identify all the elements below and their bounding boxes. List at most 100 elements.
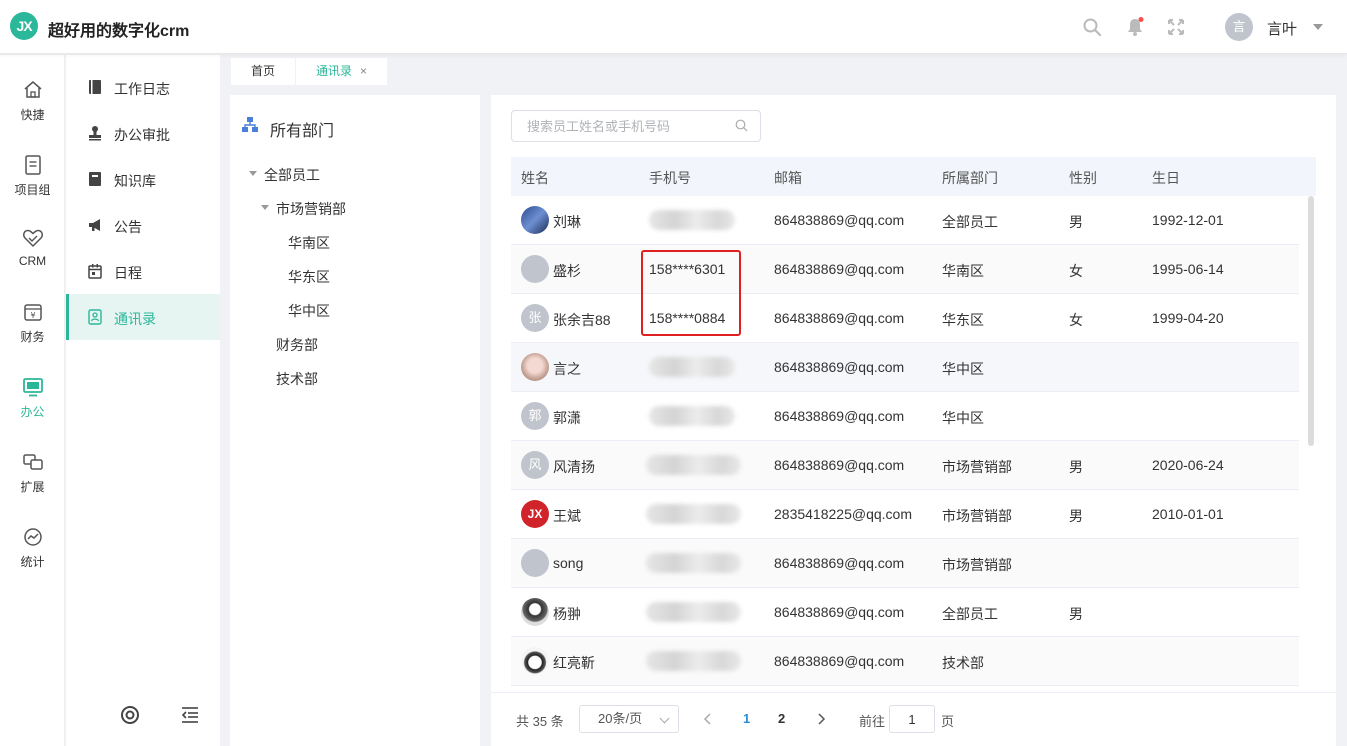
cell-email: 864838869@qq.com	[774, 653, 905, 669]
sidebar-item-schedule[interactable]: 日程	[66, 248, 220, 294]
cell-name: 郭潇	[553, 410, 581, 426]
department-panel: 所有部门 全部员工 市场营销部 华南区 华东区 华中区 财务部 技术部	[230, 95, 480, 746]
primary-nav: 快捷 项目组 CRM ¥ 财务 办公 扩展 统计	[0, 55, 65, 746]
collapse-menu-icon[interactable]	[180, 705, 200, 725]
goto-page-input[interactable]	[889, 705, 935, 733]
tree-node[interactable]: 技术部	[276, 369, 318, 389]
notebook-icon	[89, 172, 101, 186]
table-row[interactable]: 红亮靳 864838869@qq.com 技术部	[511, 637, 1299, 686]
tree-node[interactable]: 华南区	[288, 233, 330, 253]
caret-down-icon[interactable]	[249, 171, 257, 176]
nav-item-stats[interactable]: 统计	[0, 526, 65, 596]
user-name[interactable]: 言叶	[1267, 18, 1297, 39]
sidebar-item-label: 通讯录	[114, 311, 156, 327]
phone-masked	[646, 602, 741, 622]
table-row[interactable]: 盛杉 158****6301 864838869@qq.com 华南区 女 19…	[511, 245, 1299, 294]
table-row[interactable]: 杨翀 864838869@qq.com 全部员工 男	[511, 588, 1299, 637]
stamp-icon	[89, 126, 101, 141]
avatar	[521, 353, 549, 381]
page-size-select[interactable]: 20条/页	[579, 705, 679, 733]
phone-masked	[646, 553, 741, 573]
tree-node[interactable]: 全部员工	[264, 165, 320, 185]
book-icon	[89, 80, 101, 94]
column-header[interactable]: 姓名	[521, 168, 549, 188]
cell-email: 864838869@qq.com	[774, 604, 905, 620]
nav-item-shortcut[interactable]: 快捷	[0, 79, 65, 149]
close-icon[interactable]: ×	[360, 64, 367, 78]
sidebar-item-knowledge[interactable]: 知识库	[66, 156, 220, 202]
avatar	[521, 206, 549, 234]
cell-phone: 158****0884	[649, 310, 726, 326]
cell-name: song	[553, 555, 584, 571]
cell-gender: 女	[1069, 263, 1083, 279]
chart-icon	[24, 528, 42, 546]
tab-contacts[interactable]: 通讯录 ×	[296, 58, 388, 85]
tree-node[interactable]: 华东区	[288, 267, 330, 287]
column-header[interactable]: 性别	[1069, 168, 1097, 188]
nav-item-label: 快捷	[20, 108, 45, 122]
cell-email: 864838869@qq.com	[774, 261, 905, 277]
nav-item-office[interactable]: 办公	[0, 376, 65, 446]
tree-node[interactable]: 市场营销部	[276, 199, 346, 219]
next-page-icon[interactable]	[816, 713, 826, 725]
cell-dept: 华中区	[942, 410, 984, 426]
department-title: 所有部门	[270, 123, 335, 140]
phone-masked	[649, 210, 735, 230]
sidebar-item-label: 办公审批	[114, 127, 170, 143]
chevron-down-icon[interactable]	[1313, 24, 1323, 30]
column-header[interactable]: 所属部门	[942, 168, 998, 188]
prev-page-icon[interactable]	[703, 713, 713, 725]
sidebar-item-contacts[interactable]: 通讯录	[66, 294, 220, 340]
sidebar-item-approval[interactable]: 办公审批	[66, 110, 220, 156]
caret-down-icon[interactable]	[261, 205, 269, 210]
table-row[interactable]: 刘琳 864838869@qq.com 全部员工 男 1992-12-01	[511, 196, 1299, 245]
sidebar-item-work-log[interactable]: 工作日志	[66, 64, 220, 110]
cell-name: 王斌	[553, 508, 581, 524]
sidebar-item-label: 公告	[114, 219, 142, 235]
nav-item-extend[interactable]: 扩展	[0, 451, 65, 521]
tab-home[interactable]: 首页	[231, 58, 296, 85]
app-logo[interactable]: JX	[10, 12, 38, 40]
column-header[interactable]: 手机号	[649, 168, 691, 188]
cell-birthday: 1999-04-20	[1152, 310, 1224, 326]
cell-email: 864838869@qq.com	[774, 555, 905, 571]
tab-label: 通讯录	[316, 64, 353, 78]
nav-item-finance[interactable]: ¥ 财务	[0, 301, 65, 371]
goto-label: 前往	[859, 714, 886, 729]
phone-masked	[646, 651, 741, 671]
table-scrollbar[interactable]	[1308, 196, 1314, 446]
page-number-current[interactable]: 1	[743, 711, 750, 726]
tree-node[interactable]: 财务部	[276, 335, 318, 355]
search-icon[interactable]	[1082, 17, 1102, 37]
column-header[interactable]: 生日	[1152, 168, 1180, 188]
table-row[interactable]: 张 张余吉88 158****0884 864838869@qq.com 华东区…	[511, 294, 1299, 343]
sidebar-item-label: 工作日志	[114, 81, 170, 97]
svg-text:¥: ¥	[30, 311, 35, 320]
cell-birthday: 1992-12-01	[1152, 212, 1224, 228]
search-icon[interactable]	[735, 119, 748, 132]
settings-icon[interactable]	[120, 705, 140, 725]
user-avatar[interactable]: 言	[1225, 13, 1253, 41]
bell-icon[interactable]	[1125, 17, 1145, 37]
table-row[interactable]: song 864838869@qq.com 市场营销部	[511, 539, 1299, 588]
table-row[interactable]: 风 风清扬 864838869@qq.com 市场营销部 男 2020-06-2…	[511, 441, 1299, 490]
table-row[interactable]: 郭 郭潇 864838869@qq.com 华中区	[511, 392, 1299, 441]
handshake-icon	[23, 229, 43, 248]
cell-email: 864838869@qq.com	[774, 408, 905, 424]
sidebar-item-announcement[interactable]: 公告	[66, 202, 220, 248]
nav-item-crm[interactable]: CRM	[0, 227, 65, 297]
nav-item-project[interactable]: 项目组	[0, 154, 65, 224]
table-row[interactable]: 言之 864838869@qq.com 华中区	[511, 343, 1299, 392]
chevron-down-icon	[659, 713, 670, 724]
table-row[interactable]: JX 王斌 2835418225@qq.com 市场营销部 男 2010-01-…	[511, 490, 1299, 539]
avatar	[521, 647, 549, 675]
page-number[interactable]: 2	[778, 711, 785, 726]
search-input[interactable]	[511, 110, 761, 142]
tree-node[interactable]: 华中区	[288, 301, 330, 321]
column-header[interactable]: 邮箱	[774, 168, 802, 188]
org-chart-icon	[242, 117, 258, 132]
cell-gender: 男	[1069, 459, 1083, 475]
phone-masked	[646, 504, 741, 524]
fullscreen-icon[interactable]	[1166, 17, 1186, 37]
nav-item-label: CRM	[18, 254, 47, 268]
